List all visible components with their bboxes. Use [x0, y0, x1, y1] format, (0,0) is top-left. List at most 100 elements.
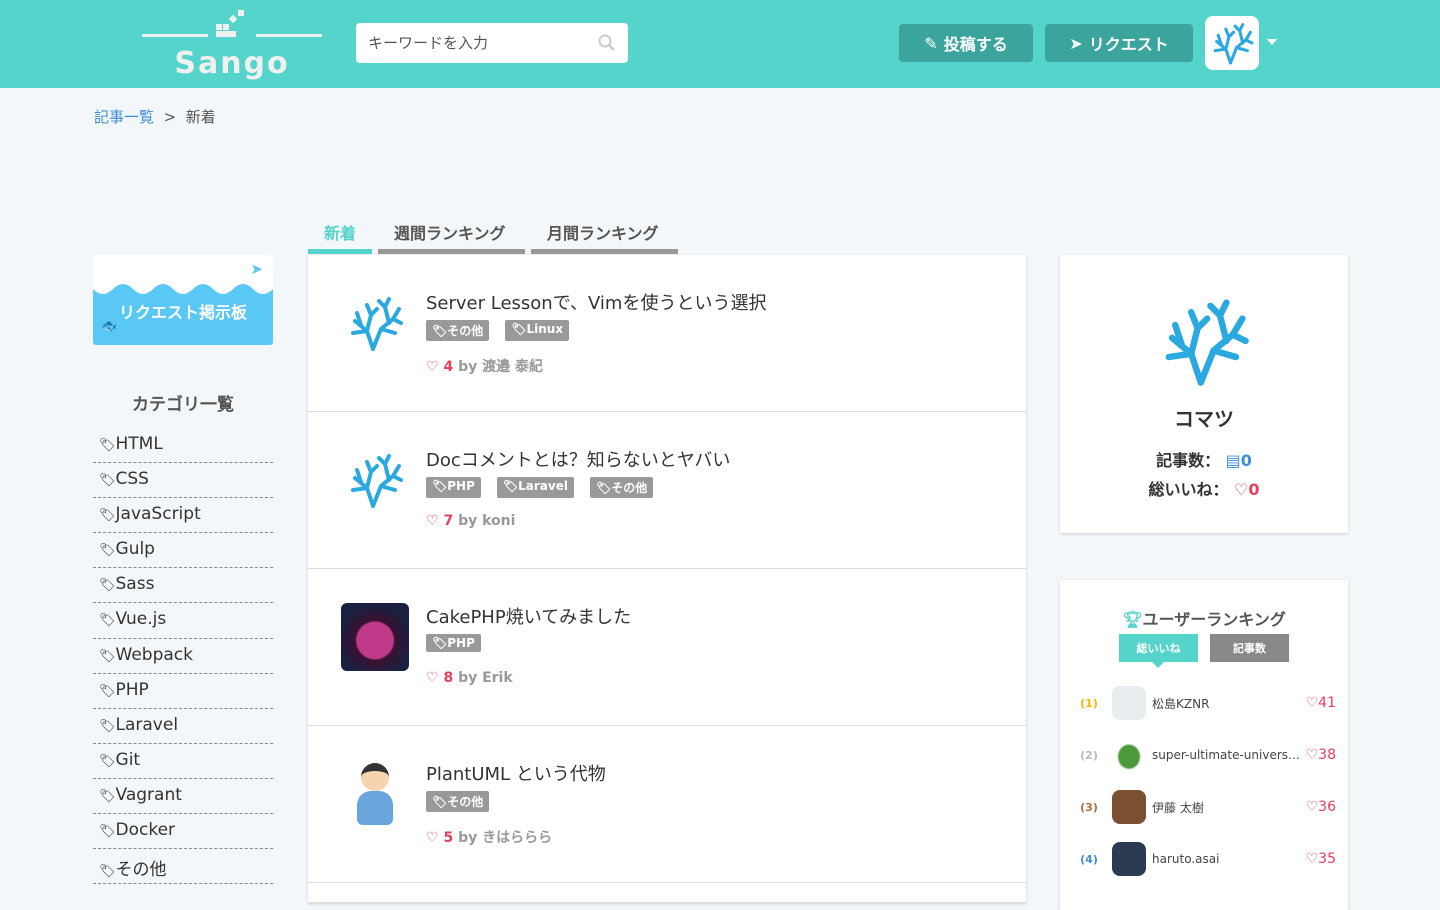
ranking-row[interactable]: (1) 松島KZNR ♡41: [1060, 683, 1348, 723]
logo[interactable]: Sango: [142, 6, 322, 82]
article-title[interactable]: Server Lessonで、Vimを使うという選択: [426, 289, 766, 315]
article-tags: 🏷︎PHP 🏷︎Laravel 🏷︎その他: [426, 477, 654, 498]
author-name[interactable]: koni: [482, 513, 515, 529]
user-avatar: [1112, 842, 1146, 876]
article-item[interactable]: PlantUML という代物 🏷︎その他 ♡ 5 by きはららら: [308, 726, 1026, 883]
article-tag[interactable]: 🏷︎Linux: [505, 320, 570, 341]
tag-label: Laravel: [518, 479, 568, 493]
ranking-row[interactable]: (3) 伊藤 太樹 ♡36: [1060, 787, 1348, 827]
article-tag[interactable]: 🏷︎PHP: [426, 634, 481, 652]
category-label: Sass: [115, 574, 155, 595]
article-item[interactable]: CakePHP焼いてみました 🏷︎PHP ♡ 8 by Erik: [308, 569, 1026, 726]
tag-icon: 🏷︎: [99, 578, 116, 594]
category-item[interactable]: 🏷︎Webpack: [93, 639, 273, 674]
user-likes: ♡38: [1306, 747, 1336, 763]
like-count-label: 総いいね：: [1148, 480, 1229, 499]
user-name[interactable]: 松島KZNR: [1152, 695, 1302, 712]
tag-label: その他: [611, 481, 648, 495]
tab-weekly-ranking[interactable]: 週間ランキング: [378, 214, 526, 254]
article-title[interactable]: Docコメントとは？知らないとヤバい: [426, 446, 730, 472]
request-button[interactable]: ➤ リクエスト: [1045, 24, 1193, 62]
author-name[interactable]: きはららら: [482, 830, 552, 846]
ranking-title: 🏆︎ユーザーランキング: [1060, 606, 1348, 630]
user-ranking-card: 🏆︎ユーザーランキング 総いいね 記事数 (1) 松島KZNR ♡41 (2) supe…: [1060, 580, 1348, 910]
category-item[interactable]: 🏷︎Laravel: [93, 709, 273, 744]
logo-mark: [216, 10, 244, 38]
category-item[interactable]: 🏷︎HTML: [93, 428, 273, 464]
article-tag[interactable]: 🏷︎PHP: [426, 477, 481, 498]
rank-number: 2: [1085, 748, 1093, 762]
ranking-row[interactable]: (2) super-ultimate-universe-... ♡38: [1060, 735, 1348, 775]
by-label: by: [458, 359, 478, 375]
article-item[interactable]: Server Lessonで、Vimを使うという選択 🏷︎その他 🏷︎Linux ♡ …: [308, 255, 1026, 412]
header: Sango ✎ 投稿する ➤ リクエスト: [0, 0, 1440, 88]
tag-icon: 🏷︎: [99, 864, 116, 880]
search-box[interactable]: [356, 23, 628, 63]
tag-icon: 🏷︎: [99, 718, 116, 734]
tag-icon: 🏷︎: [99, 473, 116, 489]
author-name[interactable]: Erik: [482, 670, 513, 686]
category-item[interactable]: 🏷︎Vagrant: [93, 779, 273, 815]
search-icon[interactable]: [598, 34, 616, 52]
heart-icon: ♡: [1305, 695, 1319, 711]
heart-icon: ♡: [1305, 799, 1319, 815]
user-avatar-button[interactable]: [1205, 16, 1259, 70]
article-tag[interactable]: 🏷︎その他: [426, 320, 490, 341]
tag-icon: 🏷︎: [99, 613, 116, 629]
wave-decoration: [93, 255, 273, 294]
category-item[interactable]: 🏷︎JavaScript: [93, 498, 273, 534]
category-label: CSS: [115, 469, 149, 490]
tab-new[interactable]: 新着: [308, 214, 373, 254]
user-name[interactable]: super-ultimate-universe-...: [1152, 748, 1302, 762]
ranking-tab-total-likes[interactable]: 総いいね: [1119, 634, 1198, 662]
article-tag[interactable]: 🏷︎Laravel: [496, 477, 574, 498]
category-item[interactable]: 🏷︎PHP: [93, 674, 273, 709]
trophy-icon: 🏆︎: [1122, 610, 1143, 629]
category-item[interactable]: 🏷︎Git: [93, 744, 273, 779]
article-tags: 🏷︎PHP: [426, 634, 481, 652]
article-tag[interactable]: 🏷︎その他: [426, 791, 490, 812]
author-name[interactable]: 渡邉 泰紀: [482, 359, 543, 375]
article-tag[interactable]: 🏷︎その他: [589, 477, 654, 498]
post-button[interactable]: ✎ 投稿する: [899, 24, 1033, 62]
category-item[interactable]: 🏷︎Sass: [93, 568, 273, 604]
category-label: PHP: [115, 679, 149, 700]
category-item[interactable]: 🏷︎その他: [93, 849, 273, 885]
like-count: 5: [443, 830, 454, 846]
category-label: Vagrant: [115, 784, 182, 805]
breadcrumb-parent[interactable]: 記事一覧: [94, 108, 154, 126]
request-board-banner[interactable]: ➤ リクエスト掲示板 🐟: [93, 255, 273, 345]
category-item[interactable]: 🏷︎Vue.js: [93, 603, 273, 639]
search-input[interactable]: [368, 34, 598, 52]
like-count: 7: [443, 513, 454, 529]
dropdown-caret-icon[interactable]: [1267, 39, 1277, 50]
article-tabs: 新着 週間ランキング 月間ランキング: [308, 214, 679, 254]
category-label: Webpack: [115, 644, 193, 665]
user-name[interactable]: 伊藤 太樹: [1152, 799, 1302, 816]
heart-icon: ♡: [426, 513, 439, 529]
heart-icon: ♡: [1305, 851, 1319, 867]
article-title[interactable]: CakePHP焼いてみました: [426, 603, 631, 629]
user-avatar: [1112, 686, 1146, 720]
like-count: 4: [443, 359, 454, 375]
user-name[interactable]: haruto.asai: [1152, 852, 1302, 866]
coral-thumbnail-icon: [345, 293, 405, 353]
like-count: 36: [1318, 799, 1336, 815]
ranking-row[interactable]: (4) haruto.asai ♡35: [1060, 839, 1348, 879]
by-label: by: [458, 513, 478, 529]
article-item[interactable]: [308, 883, 1026, 903]
article-item[interactable]: Docコメントとは？知らないとヤバい 🏷︎PHP 🏷︎Laravel 🏷︎その他 ♡ 7…: [308, 412, 1026, 569]
request-board-label: リクエスト掲示板: [118, 303, 247, 322]
category-label: Git: [115, 749, 141, 770]
article-title[interactable]: PlantUML という代物: [426, 760, 606, 786]
heart-icon: ♡: [426, 830, 439, 846]
ranking-tab-article-count[interactable]: 記事数: [1210, 634, 1289, 662]
profile-name[interactable]: コマツ: [1060, 403, 1348, 432]
tab-monthly-ranking[interactable]: 月間ランキング: [531, 214, 679, 254]
category-item[interactable]: 🏷︎Gulp: [93, 533, 273, 569]
heart-icon: ♡: [426, 670, 439, 686]
category-item[interactable]: 🏷︎Docker: [93, 814, 273, 850]
category-item[interactable]: 🏷︎CSS: [93, 463, 273, 499]
coral-thumbnail-icon: [345, 450, 405, 510]
category-label: HTML: [115, 434, 163, 454]
